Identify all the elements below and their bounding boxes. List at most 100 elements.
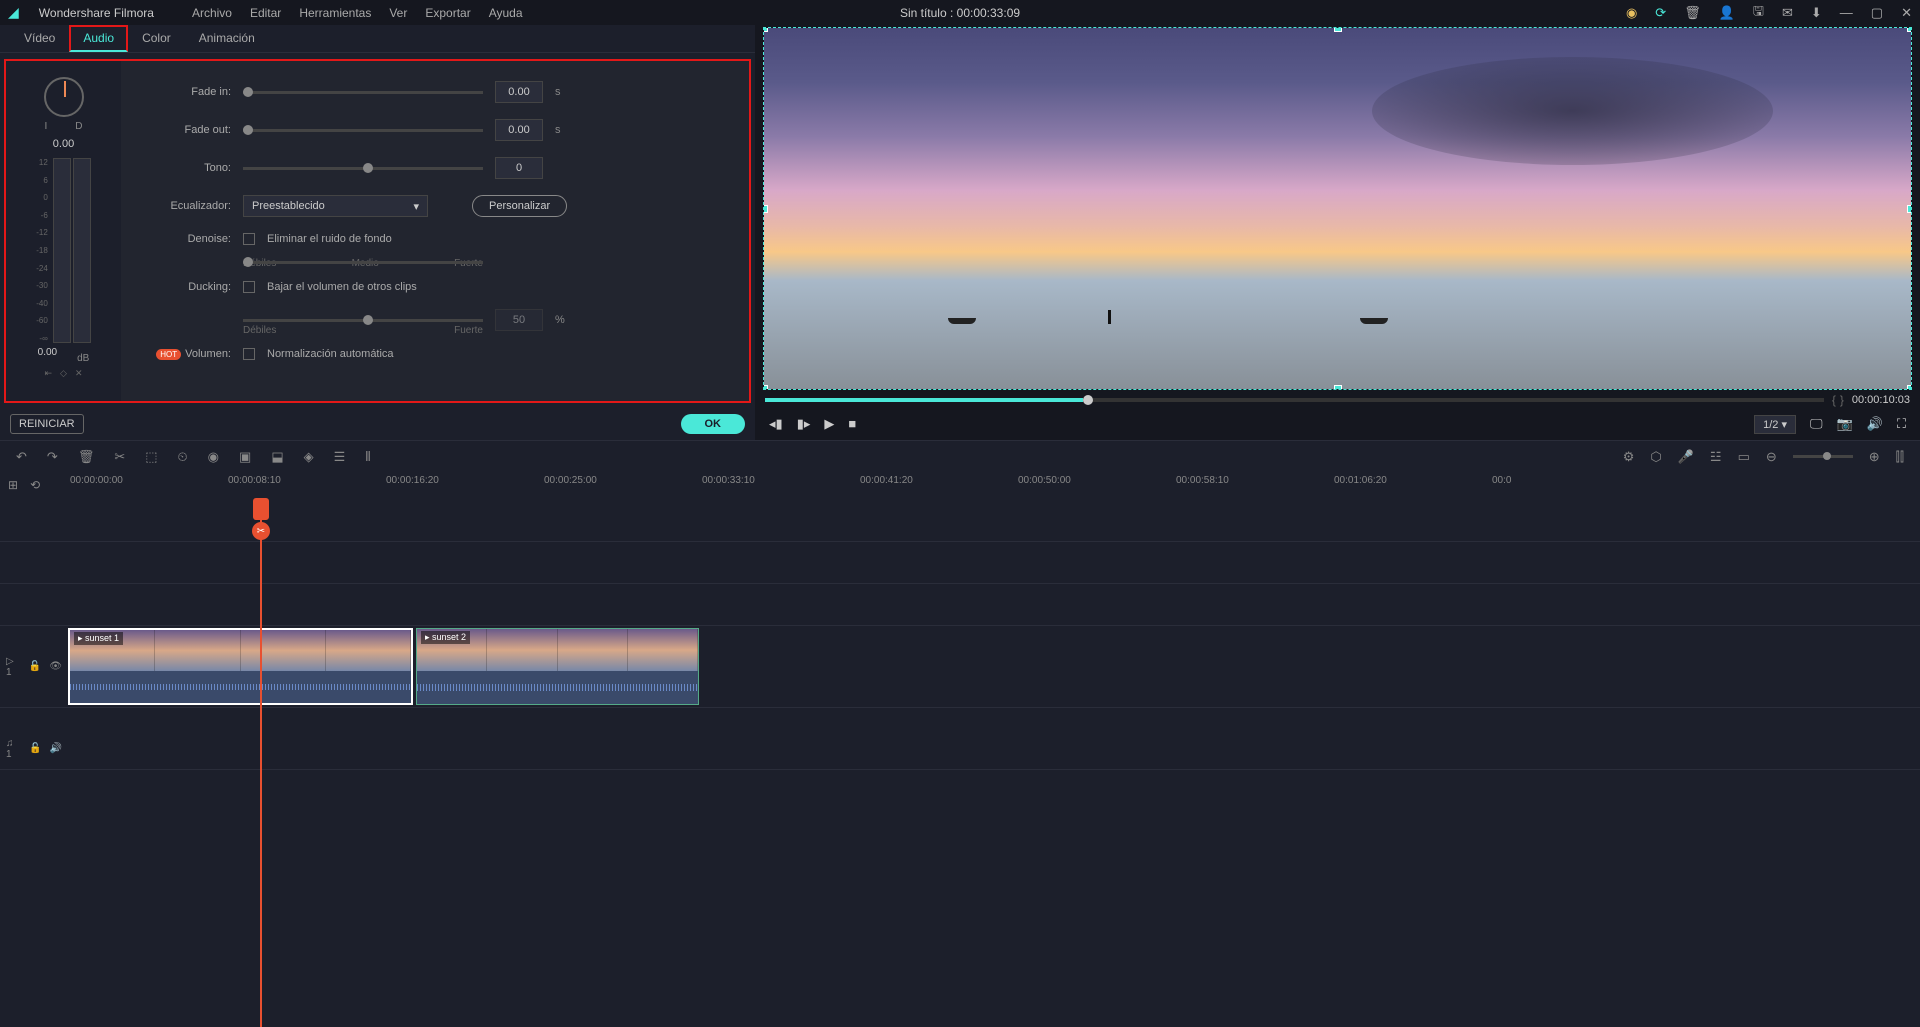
speaker-icon[interactable]: 🔊 [1867, 416, 1883, 432]
fullscreen-icon[interactable]: ⛶ [1897, 416, 1906, 432]
audio-wave-icon[interactable]: ⫴ [365, 449, 370, 465]
color-icon[interactable]: ◉ [208, 449, 219, 465]
monitor-icon[interactable]: 🖵 [1810, 416, 1823, 432]
scrub-track[interactable] [765, 398, 1824, 402]
preview-viewport[interactable] [763, 27, 1912, 390]
menu-exportar[interactable]: Exportar [425, 6, 470, 20]
lock-icon[interactable]: 🔓 [29, 661, 41, 672]
camera-icon[interactable]: 📷 [1837, 416, 1853, 432]
settings-icon[interactable]: ☰ [334, 449, 346, 465]
ruler-icon-2[interactable]: ⟲ [30, 478, 40, 492]
mixer-icon[interactable]: ☳ [1710, 449, 1722, 465]
tone-slider[interactable] [243, 167, 483, 170]
resize-handle-br[interactable] [1907, 385, 1912, 390]
tone-input[interactable] [495, 157, 543, 179]
delete-icon[interactable]: 🗑 [78, 449, 95, 465]
gear-icon[interactable]: ⚙ [1623, 449, 1635, 465]
mail-icon[interactable]: ✉ [1782, 5, 1793, 21]
speed-icon[interactable]: ⏲ [178, 449, 188, 465]
clip-1[interactable]: ▸ sunset 1 [68, 628, 413, 705]
ducking-checkbox[interactable] [243, 281, 255, 293]
menu-editar[interactable]: Editar [250, 6, 281, 20]
tab-color[interactable]: Color [128, 25, 185, 52]
menu-ayuda[interactable]: Ayuda [489, 6, 523, 20]
resize-handle-mr[interactable] [1907, 205, 1912, 213]
preview-image [764, 28, 1911, 389]
minimize-icon[interactable]: — [1840, 5, 1853, 20]
lock-icon[interactable]: 🔓 [29, 743, 41, 754]
download-icon[interactable]: ⬇ [1811, 5, 1822, 21]
redo-icon[interactable]: ↷ [47, 449, 58, 465]
keyframe-icon[interactable]: ◈ [304, 449, 314, 465]
fade-in-input[interactable] [495, 81, 543, 103]
eq-customize-button[interactable]: Personalizar [472, 195, 567, 217]
user-icon[interactable]: 👤 [1719, 5, 1735, 21]
maximize-icon[interactable]: ▢ [1871, 5, 1883, 21]
refresh-icon[interactable]: ⟳ [1655, 5, 1666, 21]
trash-icon[interactable]: 🗑 [1684, 5, 1701, 21]
pan-gauge[interactable] [44, 77, 84, 117]
resize-handle-tm[interactable] [1334, 27, 1342, 32]
zoom-slider[interactable] [1793, 455, 1853, 458]
ok-button[interactable]: OK [681, 414, 746, 434]
fade-out-slider[interactable] [243, 129, 483, 132]
zoom-in-icon[interactable]: ⊕ [1869, 449, 1880, 465]
resize-handle-bm[interactable] [1334, 385, 1342, 390]
tab-audio[interactable]: Audio [69, 25, 128, 52]
next-frame-button[interactable]: ▮▸ [797, 416, 811, 432]
crop-icon[interactable]: ⬚ [145, 449, 157, 465]
hot-badge: HOT [156, 349, 181, 360]
vu-bar-right[interactable] [73, 158, 91, 343]
timeline-ruler[interactable]: ⊞ ⟲ 00:00:00:00 00:00:08:10 00:00:16:20 … [0, 472, 1920, 500]
menu-archivo[interactable]: Archivo [192, 6, 232, 20]
cut-icon[interactable]: ✂ [114, 449, 125, 465]
volume-checkbox[interactable] [243, 348, 255, 360]
undo-icon[interactable]: ↶ [16, 449, 27, 465]
time-mark: 00:00:58:10 [1176, 475, 1229, 486]
play-button[interactable]: ▶ [824, 416, 834, 432]
zoom-out-icon[interactable]: ⊖ [1766, 449, 1777, 465]
playhead-cut-icon[interactable]: ✂ [252, 522, 270, 540]
vu-db-label: dB [77, 353, 89, 364]
preview-zoom-select[interactable]: 1/2 ▾ [1754, 415, 1796, 434]
zoom-fit-icon[interactable]: ⫿⫿ [1896, 449, 1904, 465]
menu-ver[interactable]: Ver [389, 6, 407, 20]
render-icon[interactable]: ▭ [1738, 449, 1750, 465]
playhead[interactable]: ✂ [260, 500, 262, 1027]
clip-2[interactable]: ▸ sunset 2 [416, 628, 699, 705]
vu-ctrl-2[interactable]: ◇ [60, 368, 67, 379]
ducking-slider[interactable] [243, 319, 483, 322]
save-icon[interactable]: 🖫 [1753, 2, 1764, 24]
vu-ctrl-1[interactable]: ⇤ [44, 368, 52, 379]
app-name: Wondershare Filmora [39, 6, 154, 20]
greenscreen-icon[interactable]: ▣ [239, 449, 251, 465]
vu-bar-left[interactable] [53, 158, 71, 343]
resize-handle-ml[interactable] [763, 205, 768, 213]
resize-handle-tl[interactable] [763, 27, 768, 32]
mic-icon[interactable]: 🎤 [1678, 449, 1694, 465]
ducking-input[interactable] [495, 309, 543, 331]
menu-herramientas[interactable]: Herramientas [299, 6, 371, 20]
tab-video[interactable]: Vídeo [10, 25, 69, 52]
eye-icon[interactable]: 👁 [49, 661, 62, 672]
ruler-icon-1[interactable]: ⊞ [8, 478, 18, 492]
lightbulb-icon[interactable]: ◉ [1626, 5, 1637, 21]
resize-handle-tr[interactable] [1907, 27, 1912, 32]
prev-frame-button[interactable]: ◂▮ [769, 416, 783, 432]
mute-icon[interactable]: 🔊 [50, 743, 62, 754]
tool-icon-1[interactable]: ⬓ [271, 449, 283, 465]
stop-button[interactable]: ■ [848, 416, 856, 432]
fade-out-input[interactable] [495, 119, 543, 141]
playhead-head[interactable] [253, 498, 269, 520]
vu-ctrl-3[interactable]: ✕ [75, 368, 83, 379]
fade-in-slider[interactable] [243, 91, 483, 94]
fade-in-label: Fade in: [151, 86, 231, 98]
reset-button[interactable]: REINICIAR [10, 414, 84, 434]
close-icon[interactable]: ✕ [1901, 5, 1912, 21]
marker-icon[interactable]: ⬡ [1650, 449, 1661, 465]
resize-handle-bl[interactable] [763, 385, 768, 390]
denoise-checkbox[interactable] [243, 233, 255, 245]
denoise-slider[interactable] [243, 261, 483, 264]
tab-animation[interactable]: Animación [185, 25, 269, 52]
eq-select[interactable]: Preestablecido▾ [243, 195, 428, 217]
